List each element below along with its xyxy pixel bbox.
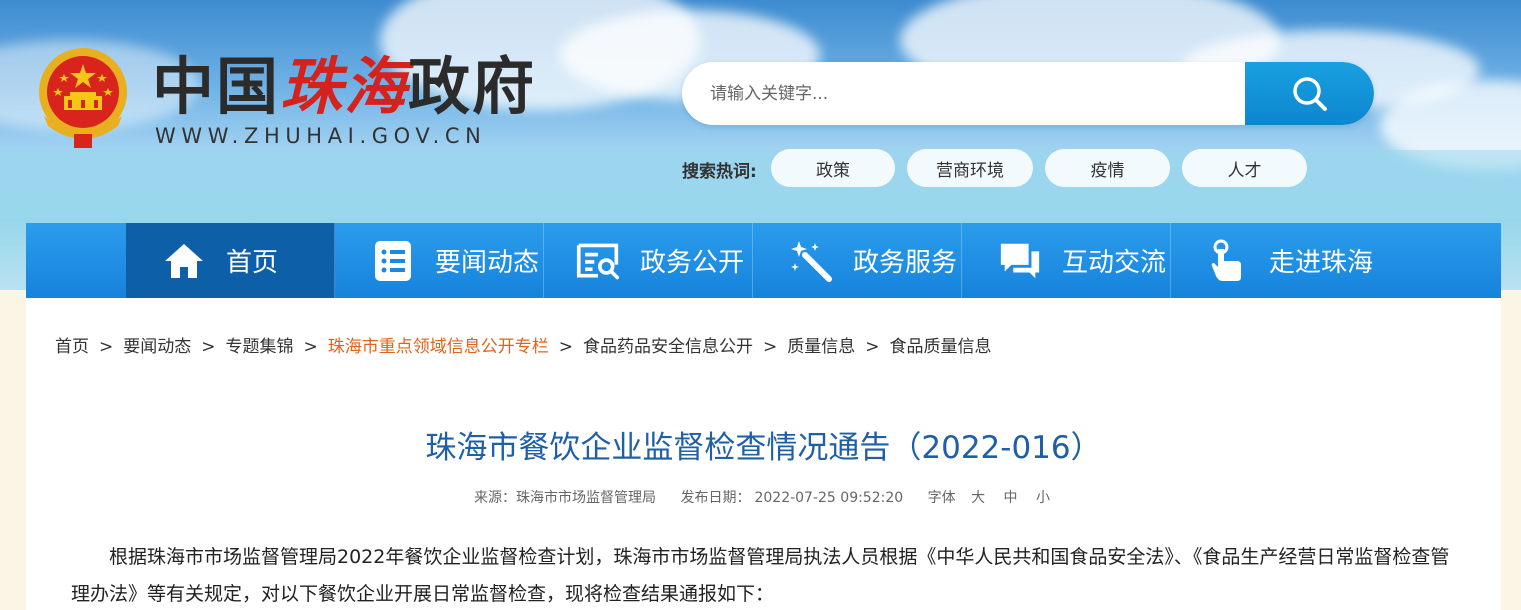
breadcrumb-separator: > — [303, 337, 318, 357]
site-name: 中国珠海政府 — [152, 52, 536, 122]
nav-item-gov-affairs-open[interactable]: 政务公开 — [544, 223, 753, 298]
national-emblem-logo — [34, 46, 132, 150]
search-input[interactable] — [682, 62, 1245, 125]
hot-tag-talent[interactable]: 人才 — [1182, 149, 1307, 187]
breadcrumb-quality-info[interactable]: 质量信息 — [787, 337, 855, 357]
nav-label: 政务服务 — [853, 248, 958, 278]
article-paragraph: 根据珠海市市场监督管理局2022年餐饮企业监督检查计划，珠海市市场监督管理局执法… — [71, 546, 1450, 605]
nav-label: 走进珠海 — [1269, 248, 1374, 278]
breadcrumb-news[interactable]: 要闻动态 — [123, 337, 191, 357]
hot-tag-policy[interactable]: 政策 — [771, 149, 895, 187]
main-nav: 首页 要闻动态 政务公开 政务服务 互动交流 走进珠海 — [26, 223, 1501, 298]
font-size-small-button[interactable]: 小 — [1036, 490, 1050, 506]
breadcrumb-separator: > — [201, 337, 216, 357]
nav-item-interaction[interactable]: 互动交流 — [962, 223, 1171, 298]
site-name-part-zhuhai: 珠海 — [280, 50, 409, 123]
nav-label: 要闻动态 — [435, 248, 540, 278]
font-size-large-button[interactable]: 大 — [971, 490, 985, 506]
site-name-part-china: 中国 — [152, 50, 281, 123]
nav-item-gov-services[interactable]: 政务服务 — [753, 223, 962, 298]
article-meta: 来源：珠海市市场监督管理局 发布日期： 2022-07-25 09:52:20 字… — [26, 487, 1501, 507]
breadcrumb: 首页 > 要闻动态 > 专题集锦 > 珠海市重点领域信息公开专栏 > 食品药品安全信息公开 > 质量… — [55, 332, 992, 357]
home-icon — [162, 239, 206, 283]
tap-hand-icon — [1205, 239, 1249, 283]
publish-date-label: 发布日期： — [680, 490, 751, 506]
site-name-part-gov: 政府 — [408, 50, 537, 123]
breadcrumb-home[interactable]: 首页 — [55, 337, 89, 357]
hot-words-label: 搜索热词: — [682, 162, 757, 182]
chat-icon — [998, 239, 1042, 283]
search-button[interactable] — [1245, 62, 1374, 125]
nav-label: 互动交流 — [1062, 248, 1167, 278]
breadcrumb-key-areas-column[interactable]: 珠海市重点领域信息公开专栏 — [328, 337, 549, 357]
article-source: 来源：珠海市市场监督管理局 — [474, 490, 657, 506]
search-box — [682, 62, 1374, 125]
breadcrumb-separator: > — [558, 337, 573, 357]
list-icon — [371, 239, 415, 283]
hot-tag-business-environment[interactable]: 营商环境 — [907, 149, 1033, 187]
nav-item-home[interactable]: 首页 — [126, 223, 335, 298]
publish-date: 2022-07-25 09:52:20 — [754, 490, 904, 506]
search-icon — [1292, 76, 1327, 111]
nav-label: 首页 — [226, 248, 279, 278]
nav-item-news[interactable]: 要闻动态 — [335, 223, 544, 298]
document-search-icon — [576, 239, 620, 283]
breadcrumb-separator: > — [99, 337, 114, 357]
breadcrumb-separator: > — [763, 337, 778, 357]
hot-tag-epidemic[interactable]: 疫情 — [1045, 149, 1170, 187]
breadcrumb-special-topics[interactable]: 专题集锦 — [226, 337, 294, 357]
font-size-label: 字体 — [927, 490, 956, 506]
magic-wand-icon — [789, 239, 833, 283]
font-size-medium-button[interactable]: 中 — [1004, 490, 1018, 506]
site-url: WWW.ZHUHAI.GOV.CN — [155, 124, 487, 148]
nav-item-about-zhuhai[interactable]: 走进珠海 — [1171, 223, 1380, 298]
main-content: 首页 > 要闻动态 > 专题集锦 > 珠海市重点领域信息公开专栏 > 食品药品安全信息公开 > 质量… — [26, 298, 1501, 610]
breadcrumb-food-quality-info[interactable]: 食品质量信息 — [890, 337, 992, 357]
breadcrumb-food-drug-safety[interactable]: 食品药品安全信息公开 — [583, 337, 753, 357]
nav-label: 政务公开 — [640, 248, 745, 278]
article-title: 珠海市餐饮企业监督检查情况通告（2022-016） — [425, 430, 1102, 466]
breadcrumb-separator: > — [865, 337, 880, 357]
